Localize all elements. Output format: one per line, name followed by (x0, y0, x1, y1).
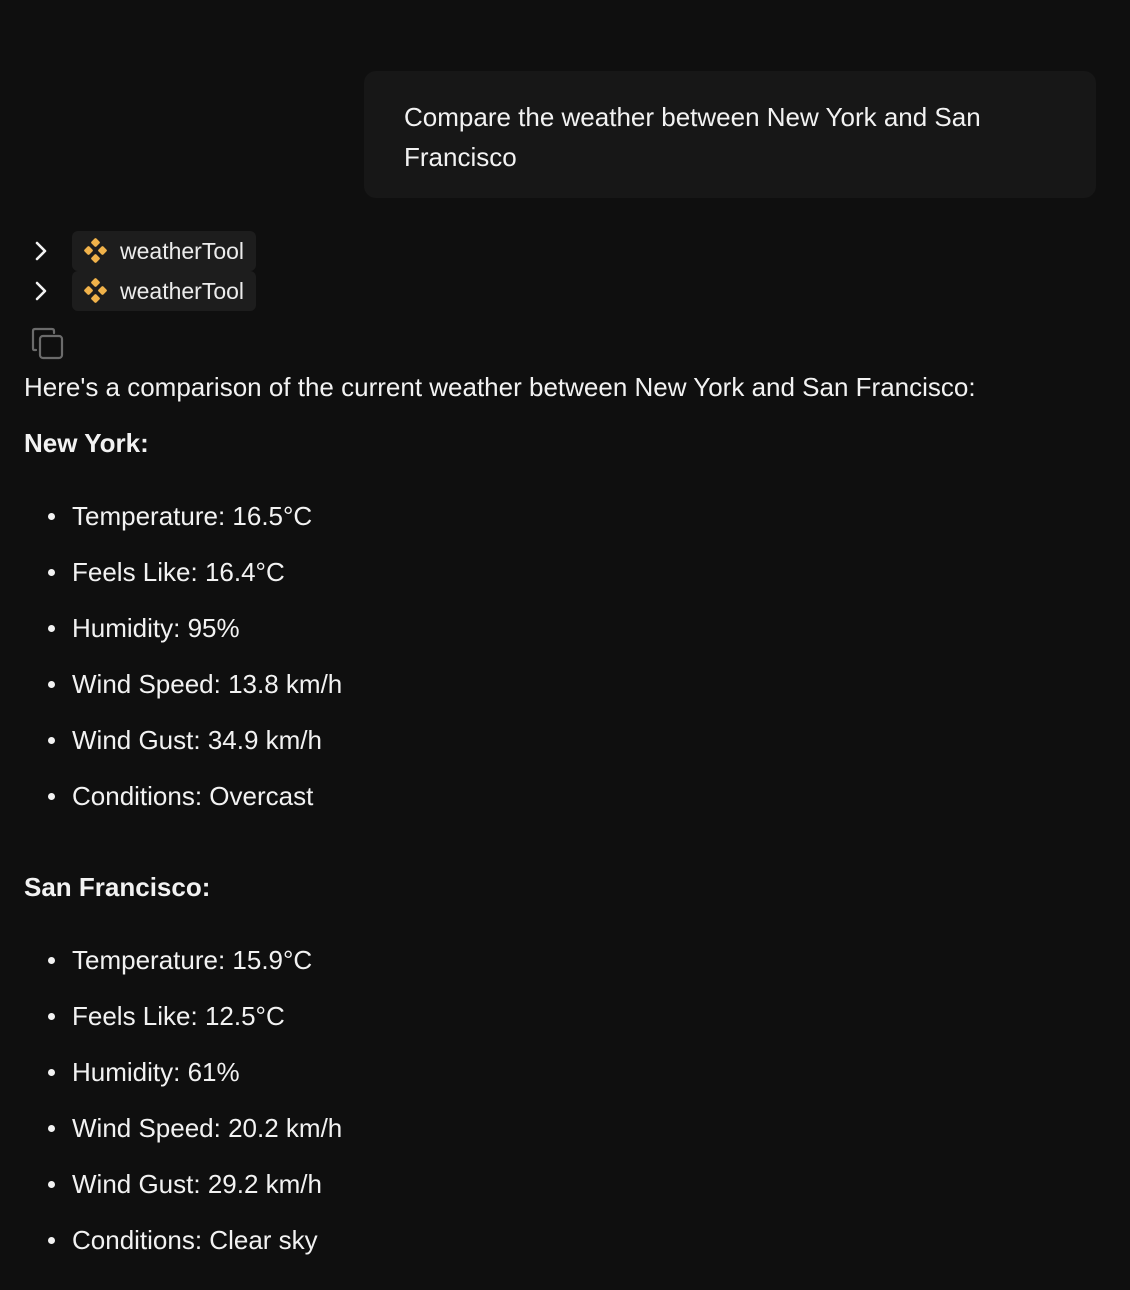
list-item: Feels Like: 16.4°C (24, 544, 1114, 600)
list-item: Wind Speed: 13.8 km/h (24, 656, 1114, 712)
list-item: Wind Gust: 29.2 km/h (24, 1156, 1114, 1212)
assistant-response: Here's a comparison of the current weath… (24, 366, 1114, 1268)
list-item: Temperature: 16.5°C (24, 488, 1114, 544)
section-heading: San Francisco: (24, 872, 211, 902)
response-intro: Here's a comparison of the current weath… (24, 372, 976, 402)
user-message-bubble: Compare the weather between New York and… (364, 71, 1096, 198)
section-heading: New York: (24, 428, 149, 458)
list-item: Wind Gust: 34.9 km/h (24, 712, 1114, 768)
chevron-right-icon[interactable] (30, 280, 52, 302)
tool-call-chip[interactable]: weatherTool (72, 231, 257, 271)
tool-diamond-icon (84, 278, 107, 303)
list-item: Conditions: Overcast (24, 768, 1114, 824)
tool-call-row: weatherTool (30, 231, 257, 271)
list-item: Conditions: Clear sky (24, 1212, 1114, 1268)
list-item: Humidity: 95% (24, 600, 1114, 656)
user-message-line-1: Compare the weather between New York and… (404, 102, 981, 132)
chat-thread: Compare the weather between New York and… (0, 0, 1130, 1290)
list-item: Wind Speed: 20.2 km/h (24, 1100, 1114, 1156)
tool-call-chip[interactable]: weatherTool (72, 271, 257, 311)
tool-call-name: weatherTool (120, 237, 245, 264)
copy-icon[interactable] (30, 326, 66, 362)
list-item: Feels Like: 12.5°C (24, 988, 1114, 1044)
tool-diamond-icon (84, 238, 107, 263)
tool-call-name: weatherTool (120, 277, 245, 304)
list-item: Humidity: 61% (24, 1044, 1114, 1100)
chevron-right-icon[interactable] (30, 240, 52, 262)
user-message-line-2: Francisco (404, 142, 517, 172)
list-item: Temperature: 15.9°C (24, 932, 1114, 988)
weather-list: Temperature: 15.9°C Feels Like: 12.5°C H… (24, 932, 1114, 1268)
tool-call-row: weatherTool (30, 271, 257, 311)
weather-list: Temperature: 16.5°C Feels Like: 16.4°C H… (24, 488, 1114, 824)
